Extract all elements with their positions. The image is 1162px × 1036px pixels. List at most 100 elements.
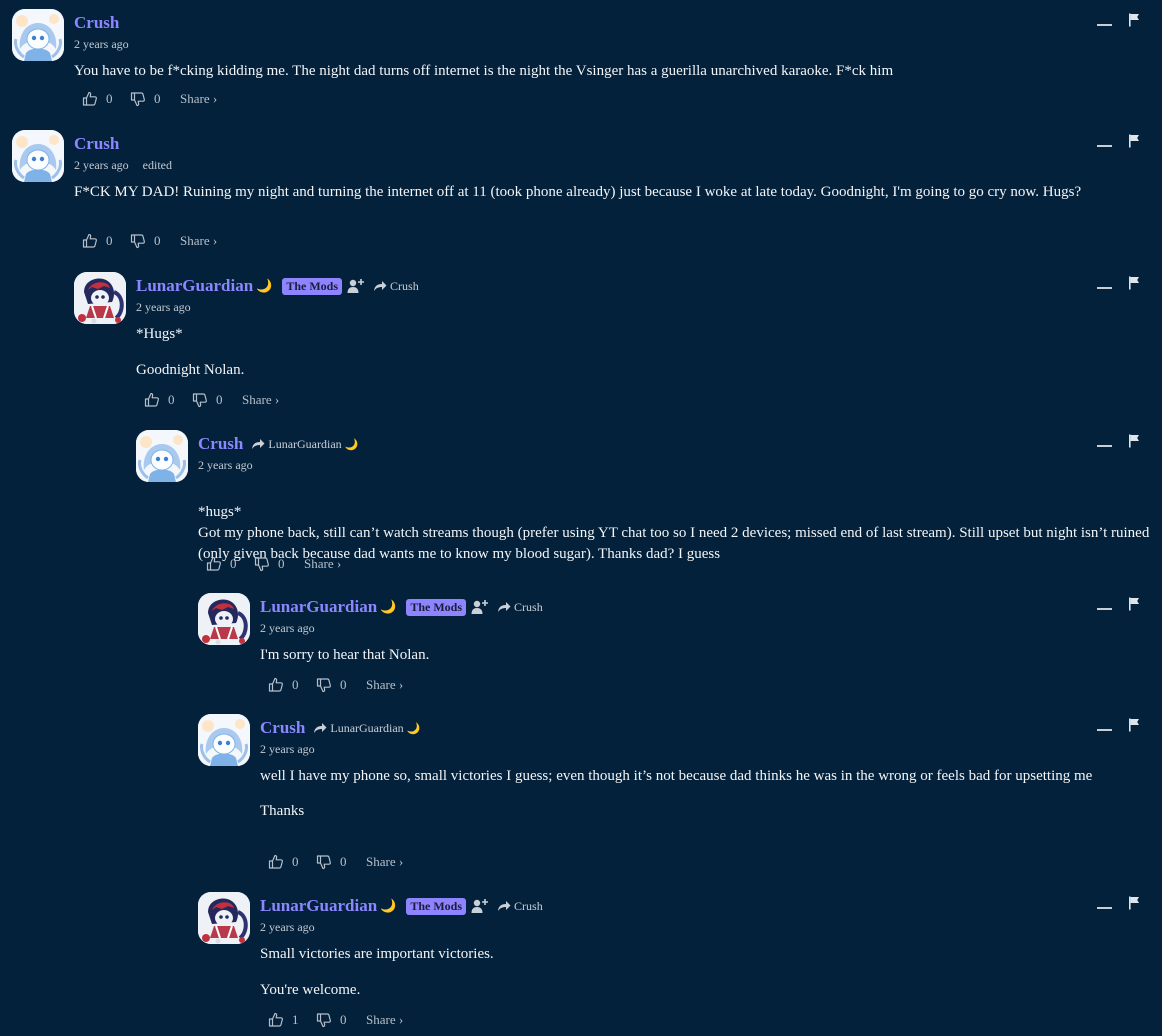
author-name[interactable]: Crush <box>260 718 305 738</box>
thumbs-up-icon <box>144 392 160 408</box>
comment-body: *hugs* Got my phone back, still can’t wa… <box>198 481 1162 586</box>
avatar[interactable] <box>12 130 64 182</box>
author-name[interactable]: Crush <box>74 13 119 33</box>
dislike-count: 0 <box>216 392 223 407</box>
comment: LunarGuardian 🌙 The Mods Crush 2 years a… <box>198 593 1152 693</box>
thumbs-down-icon <box>130 91 146 107</box>
timestamp[interactable]: 2 years ago <box>198 458 253 472</box>
reply-to-link[interactable]: Crush <box>497 600 543 615</box>
comment-text: You're welcome. <box>260 982 361 998</box>
dislike-button[interactable]: 0 <box>254 556 302 572</box>
like-count: 0 <box>106 91 113 106</box>
author-name[interactable]: LunarGuardian <box>136 276 253 296</box>
reply-to-name: Crush <box>514 599 543 614</box>
like-button[interactable]: 0 <box>82 233 130 249</box>
comment-text: You have to be f*cking kidding me. The n… <box>74 63 894 79</box>
flag-icon[interactable] <box>1128 896 1140 910</box>
share-button[interactable]: Share › <box>304 556 341 572</box>
reply-to-link[interactable]: LunarGuardian 🌙 <box>313 721 420 736</box>
thumbs-up-icon <box>82 91 98 107</box>
comment-header: Crush <box>74 12 119 34</box>
dislike-button[interactable]: 0 <box>316 1012 364 1028</box>
dislike-button[interactable]: 0 <box>192 392 240 408</box>
author-name[interactable]: Crush <box>198 434 243 454</box>
reply-arrow-icon <box>313 722 327 734</box>
timestamp[interactable]: 2 years ago <box>136 300 191 314</box>
dislike-button[interactable]: 0 <box>130 233 178 249</box>
collapse-button[interactable] <box>1097 24 1112 26</box>
like-button[interactable]: 0 <box>268 854 316 870</box>
avatar[interactable] <box>198 714 250 766</box>
comment-text: well I have my phone so, small victories… <box>260 768 1093 784</box>
like-count: 0 <box>292 677 299 692</box>
dislike-button[interactable]: 0 <box>316 854 364 870</box>
collapse-button[interactable] <box>1097 145 1112 147</box>
like-button[interactable]: 1 <box>268 1012 316 1028</box>
thumbs-down-icon <box>316 677 332 693</box>
like-button[interactable]: 0 <box>268 677 316 693</box>
reply-to-name: Crush <box>390 278 419 293</box>
author-name[interactable]: LunarGuardian <box>260 896 377 916</box>
timestamp[interactable]: 2 years ago <box>260 742 315 756</box>
thumbs-down-icon <box>316 1012 332 1028</box>
add-user-icon[interactable] <box>471 599 489 615</box>
comment-actions: 0 0 Share › <box>82 233 217 249</box>
reply-to-link[interactable]: Crush <box>497 899 543 914</box>
like-button[interactable]: 0 <box>206 556 254 572</box>
flag-icon[interactable] <box>1128 434 1140 448</box>
flag-icon[interactable] <box>1128 276 1140 290</box>
collapse-button[interactable] <box>1097 907 1112 909</box>
author-name[interactable]: LunarGuardian <box>260 597 377 617</box>
timestamp[interactable]: 2 years ago <box>260 920 315 934</box>
thumbs-up-icon <box>268 1012 284 1028</box>
avatar[interactable] <box>198 593 250 645</box>
avatar[interactable] <box>74 272 126 324</box>
share-button[interactable]: Share › <box>366 1012 403 1028</box>
flag-icon[interactable] <box>1128 597 1140 611</box>
author-name[interactable]: Crush <box>74 134 119 154</box>
comment-controls <box>1097 134 1140 148</box>
comment-controls <box>1097 276 1140 290</box>
reply-to-link[interactable]: Crush <box>373 279 419 294</box>
like-button[interactable]: 0 <box>82 91 130 107</box>
flag-icon[interactable] <box>1128 13 1140 27</box>
comment-body: You have to be f*cking kidding me. The n… <box>74 61 1154 82</box>
like-button[interactable]: 0 <box>144 392 192 408</box>
timestamp[interactable]: 2 years ago <box>260 621 315 635</box>
avatar[interactable] <box>198 892 250 944</box>
share-button[interactable]: Share › <box>180 91 217 107</box>
collapse-button[interactable] <box>1097 445 1112 447</box>
comment-controls <box>1097 434 1140 448</box>
flag-icon[interactable] <box>1128 134 1140 148</box>
moon-icon: 🌙 <box>380 599 397 615</box>
collapse-button[interactable] <box>1097 287 1112 289</box>
collapse-button[interactable] <box>1097 729 1112 731</box>
reply-arrow-icon <box>373 280 387 292</box>
mod-badge: The Mods <box>406 598 467 616</box>
comment-actions: 0 0 Share › <box>82 91 217 107</box>
comment-meta: 2 years ago <box>136 300 191 315</box>
share-button[interactable]: Share › <box>242 392 279 408</box>
dislike-button[interactable]: 0 <box>316 677 364 693</box>
add-user-icon[interactable] <box>471 898 489 914</box>
dislike-button[interactable]: 0 <box>130 91 178 107</box>
flag-icon[interactable] <box>1128 718 1140 732</box>
avatar[interactable] <box>136 430 188 482</box>
timestamp[interactable]: 2 years ago <box>74 158 129 172</box>
add-user-icon[interactable] <box>347 278 365 294</box>
comment-text: Goodnight Nolan. <box>136 362 245 378</box>
timestamp[interactable]: 2 years ago <box>74 37 129 51</box>
reply-to-link[interactable]: LunarGuardian 🌙 <box>251 437 358 452</box>
comment: LunarGuardian 🌙 The Mods Crush 2 years a… <box>198 892 1152 1032</box>
reply-arrow-icon <box>497 601 511 613</box>
comment-header: Crush LunarGuardian 🌙 <box>198 433 358 455</box>
comment-text: Thanks <box>260 803 305 819</box>
comment-body: I'm sorry to hear that Nolan. <box>260 645 1140 666</box>
comment-actions: 0 0 Share › <box>268 854 403 870</box>
share-button[interactable]: Share › <box>366 854 403 870</box>
comment-header: LunarGuardian 🌙 The Mods Crush <box>136 275 419 297</box>
collapse-button[interactable] <box>1097 608 1112 610</box>
avatar[interactable] <box>12 9 64 61</box>
share-button[interactable]: Share › <box>366 677 403 693</box>
share-button[interactable]: Share › <box>180 233 217 249</box>
